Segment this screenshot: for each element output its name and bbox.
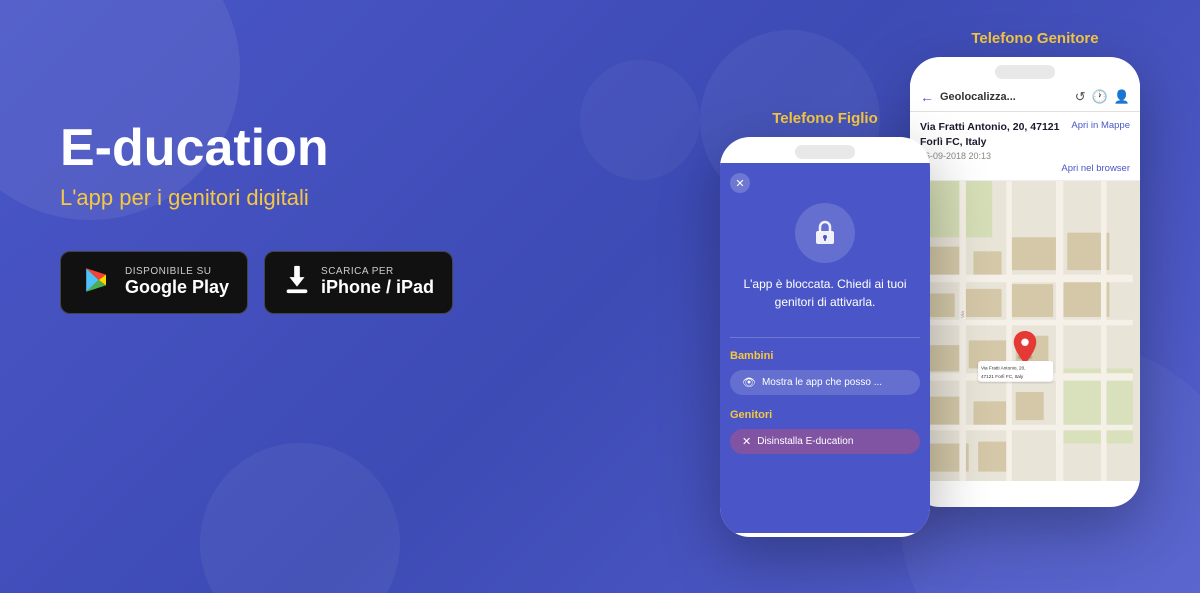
mostra-app-button[interactable]: 👁 Mostra le app che posso ... [730, 370, 920, 395]
open-maps-link[interactable]: Apri in Mappe [1071, 120, 1130, 131]
timestamp: 26-09-2018 20:13 [920, 151, 1130, 161]
browser-bar: ← Geolocalizza... ↺ 🕐 👤 [910, 83, 1140, 112]
phone-genitore-frame: ← Geolocalizza... ↺ 🕐 👤 Apri in Mappe Vi… [910, 57, 1140, 507]
phone-figlio-label: Telefono Figlio [720, 110, 930, 127]
phone-genitore-wrapper: Telefono Genitore ← Geolocalizza... ↺ 🕐 … [910, 30, 1140, 507]
lock-circle [795, 203, 855, 263]
open-browser-link[interactable]: Apri nel browser [920, 163, 1130, 174]
figlio-content: ✕ L'app è bloccata. Chiedi ai tuoi genit… [720, 163, 930, 533]
section-genitori-label: Genitori [730, 409, 920, 421]
left-content: E-ducation L'app per i genitori digitali… [60, 120, 480, 314]
app-title: E-ducation [60, 120, 480, 177]
lock-icon [809, 217, 841, 249]
svg-text:Via: Via [960, 311, 965, 318]
section-bambini-label: Bambini [730, 350, 920, 362]
apple-icon [283, 264, 311, 301]
blocked-text: L'app è bloccata. Chiedi ai tuoi genitor… [730, 275, 920, 311]
disinstalla-label: Disinstalla E-ducation [757, 436, 853, 447]
url-bar: Geolocalizza... [940, 91, 1069, 103]
phone-figlio-frame: ✕ L'app è bloccata. Chiedi ai tuoi genit… [720, 137, 930, 537]
phone-genitore-label: Telefono Genitore [930, 30, 1140, 47]
svg-text:Via Fratti Antonio, 20,: Via Fratti Antonio, 20, [981, 366, 1026, 371]
map-area: Via Via Fratti Antonio, 20, 47121 Forlì … [910, 181, 1140, 481]
genitore-notch [995, 65, 1055, 79]
back-arrow-icon[interactable]: ← [920, 89, 934, 105]
mostra-app-label: Mostra le app che posso ... [762, 377, 882, 388]
phone-figlio-wrapper: Telefono Figlio ✕ [720, 110, 930, 537]
user-icon[interactable]: 👤 [1114, 89, 1130, 105]
reload-icon[interactable]: ↺ [1075, 89, 1086, 105]
history-icon[interactable]: 🕐 [1092, 89, 1108, 105]
close-icon: ✕ [735, 177, 744, 190]
figlio-divider [730, 337, 920, 338]
disinstalla-button[interactable]: ✕ Disinstalla E-ducation [730, 429, 920, 454]
phones-container: Telefono Figlio ✕ [720, 30, 1140, 537]
svg-text:47121 Forlì FC, Italy: 47121 Forlì FC, Italy [981, 374, 1024, 379]
map-svg: Via Via Fratti Antonio, 20, 47121 Forlì … [910, 181, 1140, 481]
genitore-screen: ← Geolocalizza... ↺ 🕐 👤 Apri in Mappe Vi… [910, 83, 1140, 503]
google-play-button[interactable]: DISPONIBILE SU Google Play [60, 251, 248, 314]
address-block: Apri in Mappe Via Fratti Antonio, 20, 47… [910, 112, 1140, 181]
google-play-text: DISPONIBILE SU Google Play [125, 266, 229, 299]
eye-icon: 👁 [742, 376, 756, 389]
deco-circle-4 [200, 443, 400, 593]
app-subtitle: L'app per i genitori digitali [60, 185, 480, 211]
x-icon: ✕ [742, 435, 751, 448]
apple-store-button[interactable]: Scarica per iPhone / iPad [264, 251, 453, 314]
store-buttons: DISPONIBILE SU Google Play Scarica per i… [60, 251, 480, 314]
figlio-close-button[interactable]: ✕ [730, 173, 750, 193]
deco-circle-3 [580, 60, 700, 180]
figlio-notch [795, 145, 855, 159]
google-play-icon [79, 262, 115, 303]
lock-icon-container [730, 203, 920, 263]
browser-icons: ↺ 🕐 👤 [1075, 89, 1130, 105]
apple-store-text: Scarica per iPhone / iPad [321, 266, 434, 299]
